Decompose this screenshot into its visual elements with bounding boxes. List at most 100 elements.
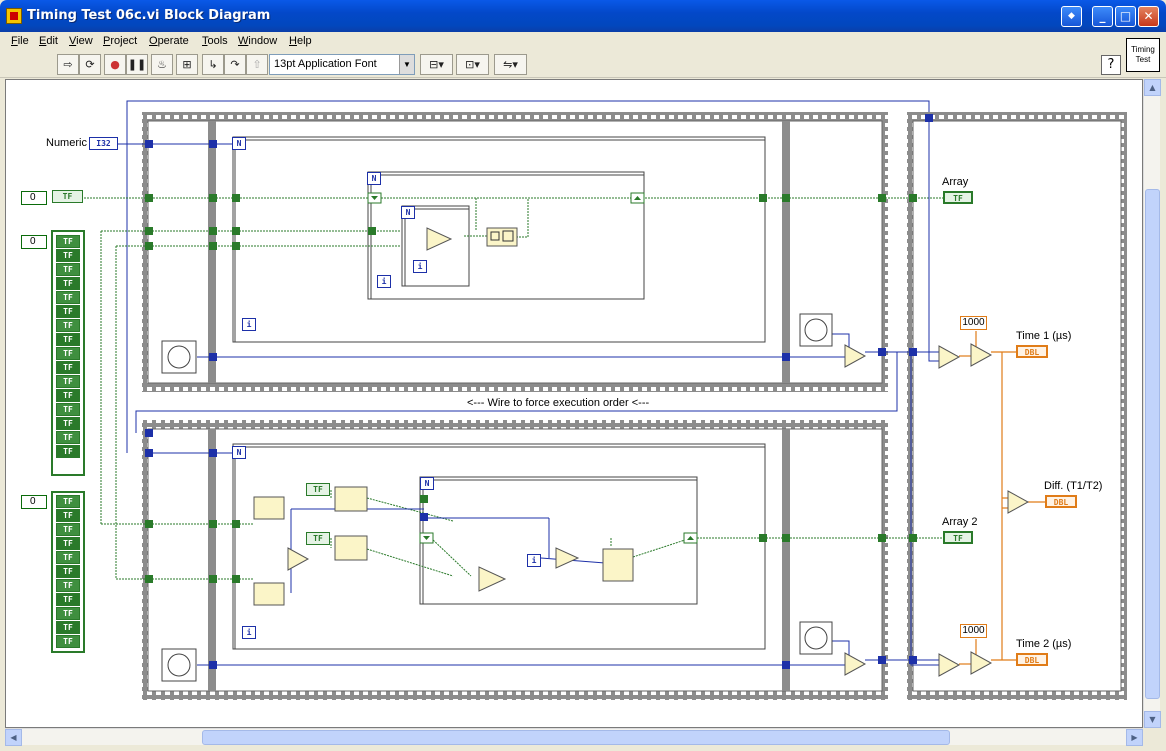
zero-index-constant-2[interactable]: 0	[21, 235, 47, 249]
boolean-array-1-cell[interactable]: TF	[56, 403, 80, 416]
chevron-down-icon: ▼	[399, 55, 414, 74]
loop-count-terminal-5[interactable]: N	[420, 477, 434, 490]
diff-indicator[interactable]: DBL	[1045, 495, 1077, 508]
boolean-array-1-cell[interactable]: TF	[56, 375, 80, 388]
retain-wire-values-icon[interactable]: ⊞	[176, 54, 198, 75]
menu-tools[interactable]: Tools	[202, 35, 228, 47]
boolean-array-2-cell[interactable]: TF	[56, 579, 80, 592]
step-out-icon[interactable]: ⇧	[246, 54, 268, 75]
menu-window[interactable]: Window	[238, 35, 277, 47]
boolean-array-1-cell[interactable]: TF	[56, 249, 80, 262]
boolean-array-1-cell[interactable]: TF	[56, 277, 80, 290]
constant-1000-top[interactable]: 1000	[960, 316, 987, 330]
boolean-array-2-cell[interactable]: TF	[56, 565, 80, 578]
flat-sequence-right	[907, 112, 1127, 700]
window-title: Timing Test 06c.vi Block Diagram	[27, 8, 271, 23]
for-loop-inner-bottom	[419, 476, 698, 605]
boolean-array-2-cell[interactable]: TF	[56, 607, 80, 620]
tf-constant-3[interactable]: TF	[306, 532, 330, 545]
boolean-array-1-cell[interactable]: TF	[56, 291, 80, 304]
context-help-icon[interactable]: ?	[1101, 55, 1121, 75]
scroll-right-icon[interactable]: ▶	[1126, 729, 1143, 746]
loop-count-terminal-3[interactable]: N	[401, 206, 415, 219]
boolean-array-2-cell[interactable]: TF	[56, 537, 80, 550]
boolean-array-1-cell[interactable]: TF	[56, 319, 80, 332]
vi-icon[interactable]: Timing Test	[1126, 38, 1160, 72]
maximize-button[interactable]: □	[1115, 6, 1136, 27]
boolean-array-1-cell[interactable]: TF	[56, 417, 80, 430]
array-2-indicator[interactable]: TF	[943, 531, 973, 544]
boolean-array-2-cell[interactable]: TF	[56, 523, 80, 536]
loop-iteration-terminal-2[interactable]: i	[377, 275, 391, 288]
boolean-array-2-cell[interactable]: TF	[56, 551, 80, 564]
boolean-array-1-cell[interactable]: TF	[56, 445, 80, 458]
boolean-array-2-cell[interactable]: TF	[56, 509, 80, 522]
menu-operate[interactable]: Operate	[149, 35, 189, 47]
pin-icon[interactable]: ◆	[1061, 6, 1082, 27]
boolean-array-1-cell[interactable]: TF	[56, 305, 80, 318]
array-indicator[interactable]: TF	[943, 191, 973, 204]
tf-constant-1[interactable]: TF	[52, 190, 83, 203]
boolean-array-1-cell[interactable]: TF	[56, 235, 80, 248]
reorder-icon[interactable]: ⇋▾	[494, 54, 527, 75]
array-label: Array	[942, 176, 969, 188]
run-icon[interactable]: ⇨	[57, 54, 79, 75]
loop-iteration-terminal[interactable]: i	[242, 318, 256, 331]
menu-project[interactable]: Project	[103, 35, 137, 47]
pause-icon[interactable]: ❚❚	[126, 54, 148, 75]
menu-help[interactable]: Help	[289, 35, 312, 47]
boolean-array-2-cell[interactable]: TF	[56, 621, 80, 634]
menu-file[interactable]: File	[11, 35, 29, 47]
boolean-array-2-cell[interactable]: TF	[56, 635, 80, 648]
highlight-execution-icon[interactable]: ♨	[151, 54, 173, 75]
numeric-control-terminal[interactable]: I32	[89, 137, 118, 150]
loop-iteration-terminal-5[interactable]: i	[527, 554, 541, 567]
zero-index-constant-3[interactable]: 0	[21, 495, 47, 509]
vertical-scroll-thumb[interactable]	[1145, 189, 1160, 699]
boolean-array-1-cell[interactable]: TF	[56, 347, 80, 360]
zero-index-constant-1[interactable]: 0	[21, 191, 47, 205]
menu-view[interactable]: View	[69, 35, 93, 47]
time-2-label: Time 2 (µs)	[1016, 638, 1072, 650]
horizontal-scrollbar[interactable]: ◀ ▶	[5, 728, 1143, 746]
boolean-array-1-cell[interactable]: TF	[56, 389, 80, 402]
boolean-array-1-cell[interactable]: TF	[56, 361, 80, 374]
time-2-indicator[interactable]: DBL	[1016, 653, 1048, 666]
loop-count-terminal[interactable]: N	[232, 137, 246, 150]
scroll-down-icon[interactable]: ▼	[1144, 711, 1161, 728]
align-objects-icon[interactable]: ⊟▾	[420, 54, 453, 75]
vertical-scrollbar[interactable]: ▲ ▼	[1143, 79, 1161, 728]
labview-app-icon[interactable]	[6, 8, 22, 24]
boolean-array-1-cell[interactable]: TF	[56, 333, 80, 346]
scroll-left-icon[interactable]: ◀	[5, 729, 22, 746]
vi-icon-line1: Timing	[1131, 45, 1155, 54]
boolean-array-1-cell[interactable]: TF	[56, 263, 80, 276]
block-diagram-canvas[interactable]: Numeric I32 0 TF 0 0 N N N N N i i i i i…	[5, 79, 1143, 728]
constant-1000-bottom[interactable]: 1000	[960, 624, 987, 638]
title-bar: Timing Test 06c.vi Block Diagram ◆ _ □ ✕	[0, 0, 1166, 32]
horizontal-scroll-thumb[interactable]	[202, 730, 950, 745]
boolean-array-2-cell[interactable]: TF	[56, 495, 80, 508]
time-1-indicator[interactable]: DBL	[1016, 345, 1048, 358]
loop-count-terminal-2[interactable]: N	[367, 172, 381, 185]
minimize-button[interactable]: _	[1092, 6, 1113, 27]
loop-count-terminal-4[interactable]: N	[232, 446, 246, 459]
boolean-array-1-cell[interactable]: TF	[56, 431, 80, 444]
font-select[interactable]: 13pt Application Font ▼	[269, 54, 415, 75]
close-button[interactable]: ✕	[1138, 6, 1159, 27]
step-over-icon[interactable]: ↷	[224, 54, 246, 75]
tf-constant-2[interactable]: TF	[306, 483, 330, 496]
wire-note-label: <--- Wire to force execution order <---	[467, 397, 650, 409]
distribute-objects-icon[interactable]: ⊡▾	[456, 54, 489, 75]
scroll-up-icon[interactable]: ▲	[1144, 79, 1161, 96]
run-continuously-icon[interactable]: ⟳	[79, 54, 101, 75]
menu-edit[interactable]: Edit	[39, 35, 58, 47]
step-into-icon[interactable]: ↳	[202, 54, 224, 75]
abort-icon[interactable]: ●	[104, 54, 126, 75]
font-select-value: 13pt Application Font	[274, 58, 377, 70]
loop-iteration-terminal-3[interactable]: i	[413, 260, 427, 273]
toolbar: ⇨ ⟳ ● ❚❚ ♨ ⊞ ↳ ↷ ⇧ 13pt Application Font…	[0, 52, 1166, 78]
boolean-array-2-cell[interactable]: TF	[56, 593, 80, 606]
loop-iteration-terminal-4[interactable]: i	[242, 626, 256, 639]
time-1-label: Time 1 (µs)	[1016, 330, 1072, 342]
